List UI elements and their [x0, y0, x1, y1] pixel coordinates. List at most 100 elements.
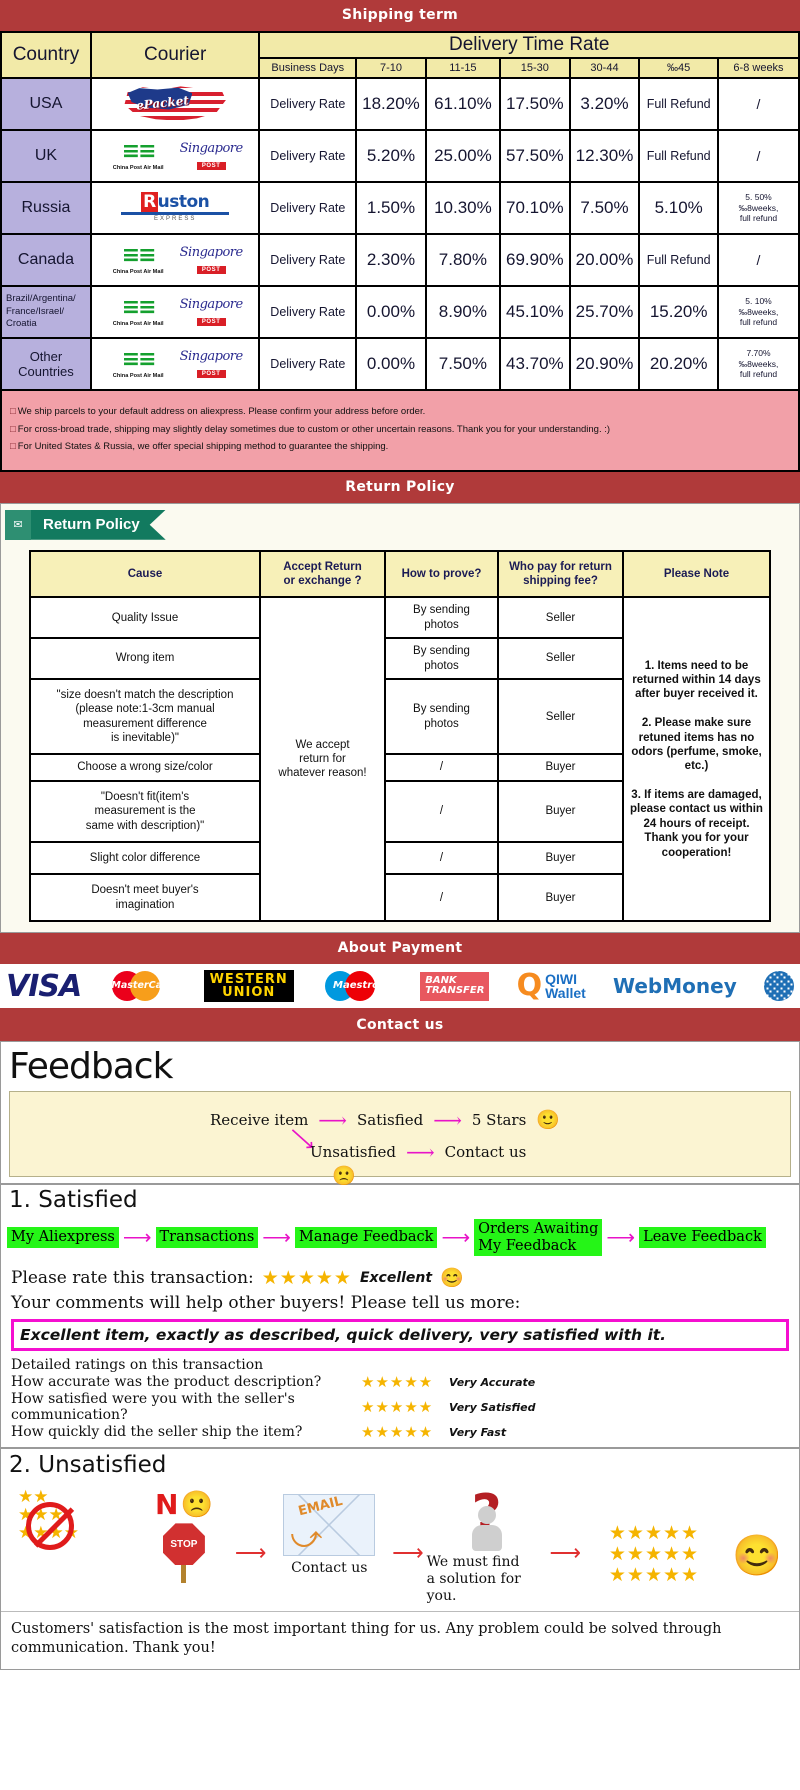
comment-text-field[interactable]: Excellent item, exactly as described, qu…: [11, 1319, 789, 1352]
table-header-row: Cause Accept Return or exchange ? How to…: [29, 549, 771, 599]
cell-how-to-prove: /: [384, 753, 499, 782]
shipping-info-page: Shipping term Country Courier Delivery T…: [0, 0, 800, 1670]
cell-rate-15-30: 43.70%: [498, 337, 571, 391]
cell-country-uk: UK: [0, 129, 92, 183]
cell-rate-weeks: 7.70% ‰8weeks, full refund: [717, 337, 800, 391]
cell-country-other: Other Countries: [0, 337, 92, 391]
cell-rate-weeks: /: [717, 77, 800, 131]
heading-unsatisfied: 2. Unsatisfied: [1, 1447, 799, 1482]
rating-stars[interactable]: ★★★★★: [262, 1267, 352, 1289]
th-country: Country: [0, 31, 92, 79]
detail-question: How satisfied were you with the seller's…: [11, 1391, 295, 1424]
singapore-post-badge: POST: [196, 317, 226, 326]
table-row: Brazil/Argentina/ France/Israel/ Croatia…: [0, 285, 800, 339]
happy-face-icon: 😊: [731, 1534, 782, 1579]
shipping-note-text: For United States & Russia, we offer spe…: [17, 441, 389, 453]
visa-label: VISA: [6, 968, 82, 1004]
cell-rate-11-15: 25.00%: [424, 129, 501, 183]
shipping-note-item: □ We ship parcels to your default address…: [10, 403, 790, 421]
western-union-label-bottom: UNION: [222, 985, 276, 1001]
china-post-label: China Post Air Mail: [112, 373, 164, 379]
cell-courier-uk: ≡≡ China Post Air Mail Singapore POST: [89, 129, 261, 183]
no-letter-label: N: [155, 1488, 179, 1522]
step-transactions[interactable]: Transactions: [155, 1227, 259, 1249]
good-rating-group: ★★★★★ ★★★★★ ★★★★★: [584, 1488, 724, 1587]
arrow-right-icon: ⟶: [318, 1107, 347, 1132]
arrow-right-icon: ⟶: [606, 1226, 636, 1249]
cell-cause: Doesn't meet buyer's imagination: [29, 873, 261, 923]
bullet-square-icon: □: [10, 406, 16, 417]
cell-rate-7-10: 2.30%: [355, 233, 427, 287]
shipping-note-item: □ For cross-broad trade, shipping may sli…: [10, 421, 790, 439]
ruston-express-icon: Ruston EXPRESS: [115, 192, 235, 222]
email-label: EMAIL: [297, 1494, 345, 1520]
mastercard-label: MasterCard: [111, 980, 174, 992]
step-my-aliexpress[interactable]: My Aliexpress: [7, 1227, 119, 1249]
cell-country-canada: Canada: [0, 233, 92, 287]
shipping-table-wrapper: Country Courier Delivery Time Rate Busin…: [0, 31, 800, 472]
western-union-icon: WESTERN UNION: [203, 967, 294, 1005]
flow-contact-us: Contact us: [444, 1143, 527, 1162]
step-orders-awaiting[interactable]: Orders Awaiting My Feedback: [474, 1219, 603, 1257]
cell-courier-brazil-group: ≡≡ China Post Air Mail Singapore POST: [89, 285, 261, 339]
table-row: USA ePacket Delivery Rate 18.20% 61.10% …: [0, 77, 800, 131]
cell-country-usa: USA: [0, 77, 92, 131]
bullet-square-icon: □: [10, 423, 16, 435]
table-row: Russia Ruston EXPRESS Delivery Rate 1.50…: [0, 181, 800, 235]
step-manage-feedback[interactable]: Manage Feedback: [294, 1227, 438, 1249]
th-range-11-15: 11-15: [424, 57, 501, 79]
qiwi-label-top: QIWI: [545, 971, 577, 988]
cell-rate-label: Delivery Rate: [258, 181, 358, 235]
singapore-post-label: Singapore: [179, 348, 244, 364]
qiwi-wallet-icon: Q QIWI Wallet: [517, 967, 586, 1005]
bullet-square-icon: □: [10, 441, 16, 453]
shipping-notes: □ We ship parcels to your default address…: [0, 391, 800, 472]
cell-rate-label: Delivery Rate: [258, 233, 358, 287]
cell-rate-over-45: 15.20%: [638, 285, 719, 339]
cell-courier-russia: Ruston EXPRESS: [89, 181, 261, 235]
singapore-post-badge: POST: [196, 265, 226, 274]
detail-stars[interactable]: ★★★★★: [361, 1423, 449, 1441]
th-range-6-8-weeks: 6-8 weeks: [717, 57, 800, 79]
contact-us-group: EMAIL ⤻ Contact us: [269, 1488, 389, 1577]
cell-rate-label: Delivery Rate: [258, 285, 358, 339]
detail-stars[interactable]: ★★★★★: [361, 1373, 449, 1391]
return-policy-ribbon: ✉ Return Policy: [5, 509, 799, 540]
flow-unsatisfied: Unsatisfied: [310, 1143, 396, 1162]
ruston-sub: EXPRESS: [154, 216, 197, 222]
maestro-icon: Maestro: [321, 967, 393, 1005]
feedback-flow-row-unsatisfied: Unsatisfied ⟶ Contact us: [310, 1142, 526, 1162]
flow-five-stars: 5 Stars: [471, 1110, 527, 1129]
detail-stars[interactable]: ★★★★★: [361, 1398, 449, 1416]
table-row: Canada ≡≡ China Post Air Mail Singapore …: [0, 233, 800, 287]
arrow-right-icon: ⟶: [405, 1140, 435, 1165]
good-star-row: ★★★★★: [608, 1565, 700, 1587]
visa-icon: VISA: [6, 967, 82, 1005]
qiwi-label-bottom: Wallet: [545, 985, 586, 1002]
shipping-note-text: For cross-broad trade, shipping may slig…: [17, 423, 611, 435]
singapore-post-badge: POST: [196, 161, 226, 170]
step-leave-feedback[interactable]: Leave Feedback: [639, 1227, 766, 1249]
banner-about-payment: About Payment: [0, 933, 800, 965]
table-row: Other Countries ≡≡ China Post Air Mail S…: [0, 337, 800, 391]
cell-rate-over-45: Full Refund: [638, 233, 719, 287]
flow-satisfied: Satisfied: [356, 1110, 424, 1129]
solution-group: ? We must find a solution for you.: [427, 1488, 547, 1604]
contact-us-caption: Contact us: [291, 1560, 368, 1577]
table-row: UK ≡≡ China Post Air Mail Singapore POST…: [0, 129, 800, 183]
singapore-post-label: Singapore: [179, 244, 244, 260]
detailed-ratings-heading: Detailed ratings on this transaction: [11, 1357, 264, 1374]
detail-rating-row: How quickly did the seller ship the item…: [1, 1423, 799, 1441]
cell-rate-11-15: 7.80%: [424, 233, 501, 287]
detail-rating-row: How satisfied were you with the seller's…: [1, 1391, 799, 1423]
china-post-air-mail-icon: ≡≡ China Post Air Mail: [103, 245, 173, 276]
good-stars-grid: ★★★★★ ★★★★★ ★★★★★: [584, 1524, 724, 1587]
cell-rate-label: Delivery Rate: [258, 77, 358, 131]
cell-courier-other: ≡≡ China Post Air Mail Singapore POST: [89, 337, 261, 391]
cell-cause: Slight color difference: [29, 840, 261, 876]
cell-rate-over-45: Full Refund: [638, 129, 719, 183]
arrow-right-icon: ⟶: [441, 1226, 471, 1249]
cell-rate-over-45: 20.20%: [638, 337, 719, 391]
cell-rate-7-10: 1.50%: [355, 181, 427, 235]
return-policy-ribbon-label: Return Policy: [31, 510, 166, 540]
